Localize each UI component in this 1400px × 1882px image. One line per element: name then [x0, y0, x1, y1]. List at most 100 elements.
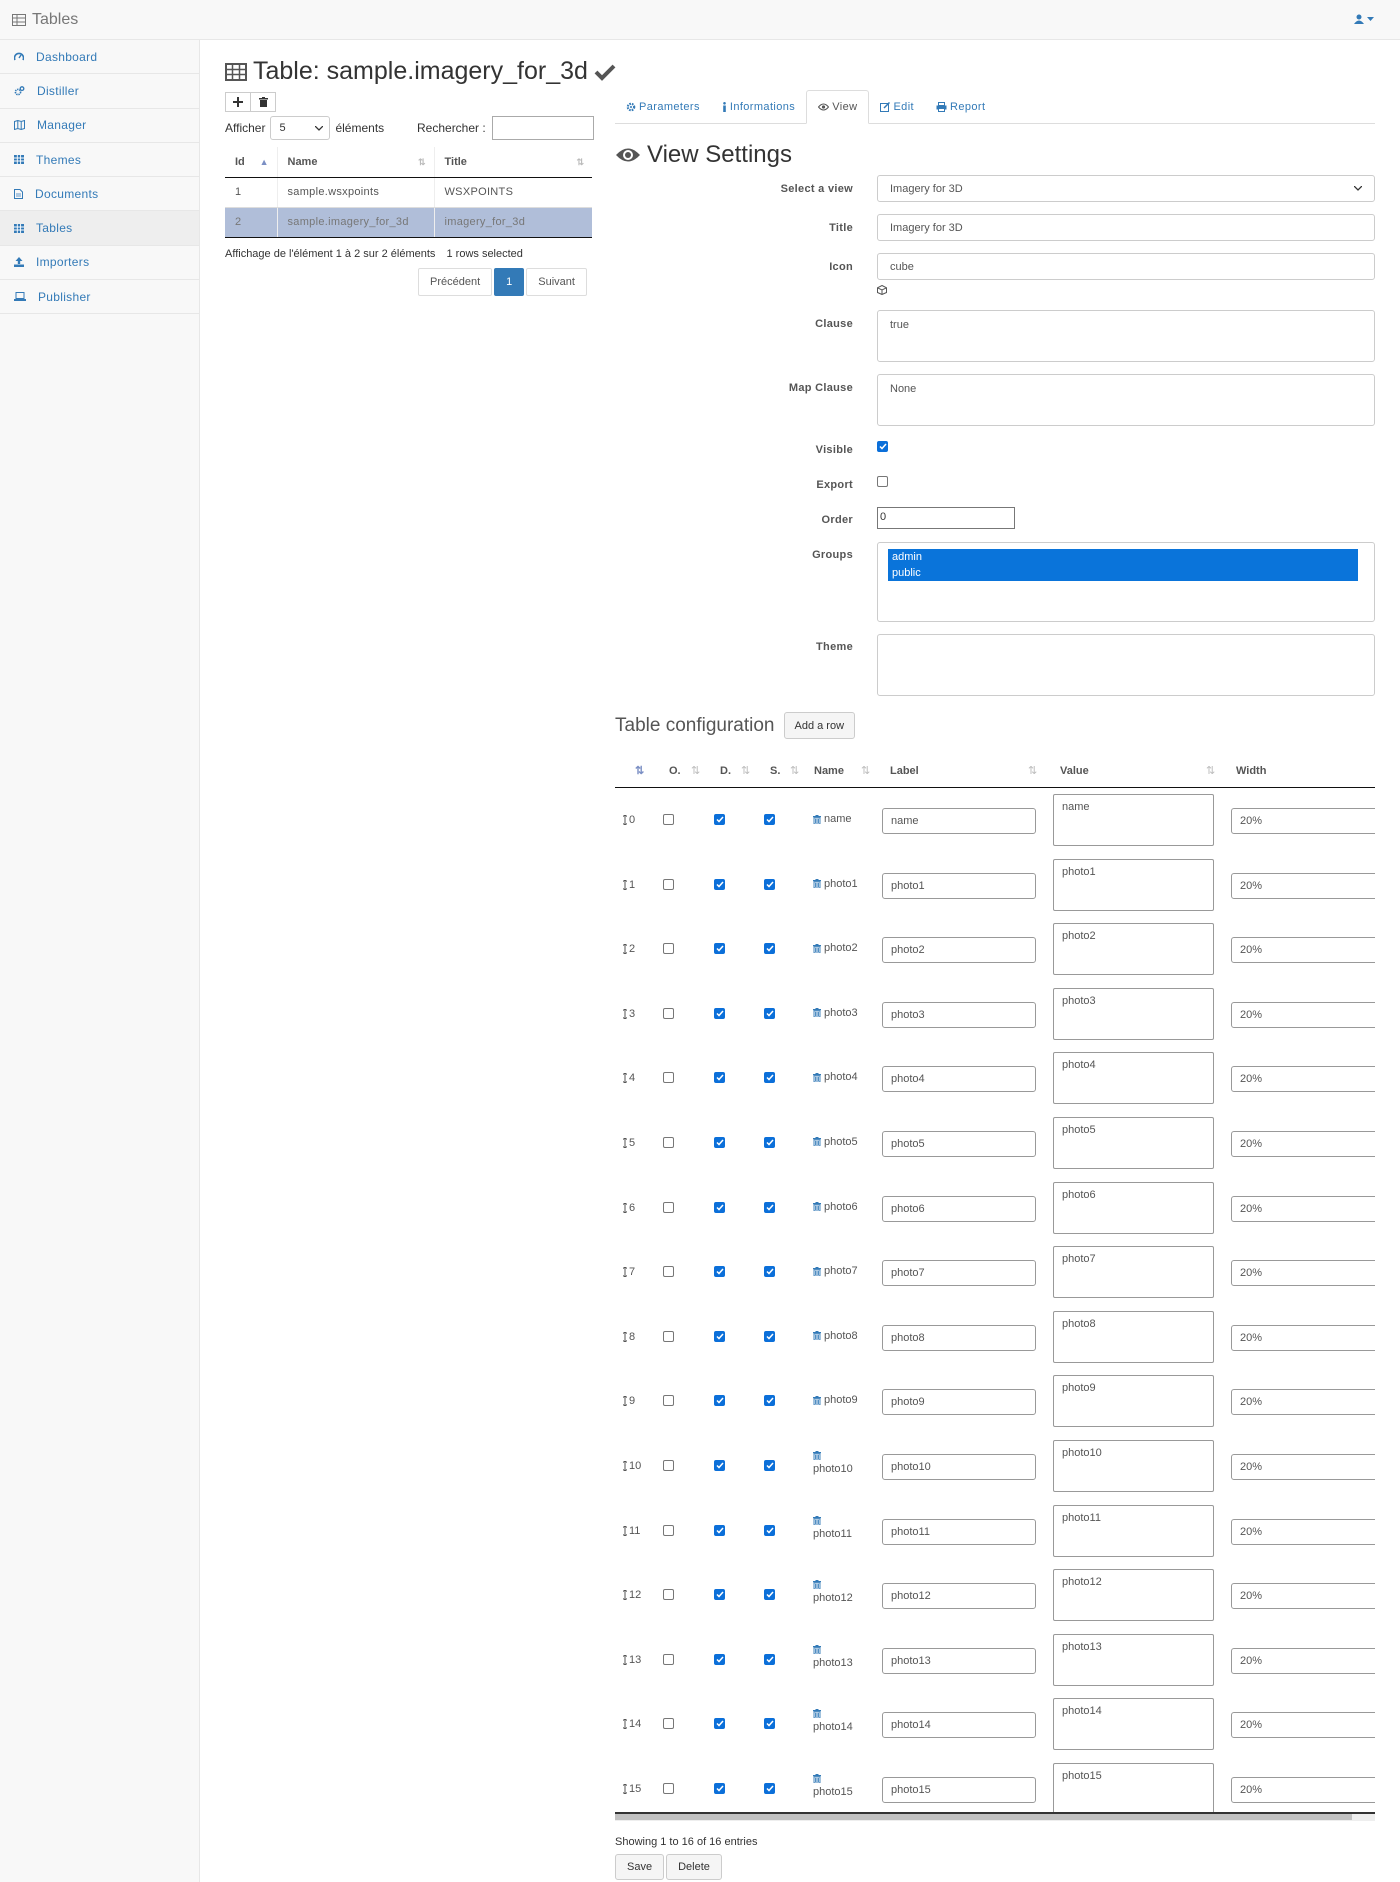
column-header-o[interactable]: O.	[669, 765, 681, 777]
scrollbar-thumb[interactable]	[615, 1814, 1352, 1820]
sidebar-item-importers[interactable]: Importers	[0, 246, 199, 281]
value-textarea[interactable]: photo4	[1053, 1052, 1214, 1105]
d-checkbox[interactable]	[714, 878, 725, 890]
sidebar-item-publisher[interactable]: Publisher	[0, 280, 199, 315]
s-checkbox[interactable]	[764, 1718, 775, 1730]
row-reorder-handle[interactable]: 14	[623, 1718, 641, 1730]
tab-informations[interactable]: Informations	[711, 90, 806, 124]
trash-icon[interactable]	[813, 1709, 873, 1719]
s-checkbox[interactable]	[764, 1007, 775, 1019]
row-reorder-handle[interactable]: 8	[623, 1331, 635, 1343]
next-page-button[interactable]: Suivant	[526, 268, 587, 296]
length-select[interactable]: 5	[270, 116, 331, 140]
d-checkbox[interactable]	[714, 1459, 725, 1471]
width-input[interactable]: 20%	[1231, 1066, 1375, 1093]
label-input[interactable]: photo12	[882, 1583, 1036, 1610]
trash-icon[interactable]	[813, 814, 821, 824]
d-checkbox[interactable]	[714, 814, 725, 825]
d-checkbox[interactable]	[714, 1782, 725, 1794]
table-row-selected[interactable]: 2 sample.imagery_for_3d imagery_for_3d	[225, 207, 592, 238]
o-checkbox[interactable]	[663, 1718, 674, 1730]
visible-checkbox[interactable]	[877, 441, 888, 452]
o-checkbox[interactable]	[663, 1459, 674, 1471]
o-checkbox[interactable]	[663, 814, 674, 825]
s-checkbox[interactable]	[764, 1395, 775, 1407]
s-checkbox[interactable]	[764, 814, 775, 825]
value-textarea[interactable]: photo15	[1053, 1762, 1214, 1812]
value-textarea[interactable]: photo6	[1053, 1181, 1214, 1234]
prev-page-button[interactable]: Précédent	[418, 268, 493, 296]
column-header-d[interactable]: D.	[720, 765, 731, 777]
clause-textarea[interactable]: true	[877, 310, 1375, 362]
row-reorder-handle[interactable]: 11	[623, 1525, 640, 1537]
label-input[interactable]: photo9	[882, 1389, 1036, 1416]
label-input[interactable]: photo5	[882, 1130, 1036, 1157]
sort-asc-icon[interactable]: ⇅	[635, 764, 644, 777]
column-header-value[interactable]: Value	[1060, 765, 1089, 777]
trash-icon[interactable]	[813, 1644, 873, 1654]
width-input[interactable]: 20%	[1231, 1712, 1375, 1739]
label-input[interactable]: photo1	[882, 872, 1036, 899]
d-checkbox[interactable]	[714, 1136, 725, 1148]
d-checkbox[interactable]	[714, 1653, 725, 1665]
s-checkbox[interactable]	[764, 1589, 775, 1601]
row-reorder-handle[interactable]: 9	[623, 1395, 635, 1407]
sidebar-item-dashboard[interactable]: Dashboard	[0, 40, 199, 75]
value-textarea[interactable]: name	[1053, 794, 1214, 846]
select-view-dropdown[interactable]: Imagery for 3D	[877, 175, 1375, 202]
d-checkbox[interactable]	[714, 1589, 725, 1601]
column-header-name[interactable]: Name ⇅	[276, 147, 434, 178]
icon-input[interactable]: cube	[877, 253, 1375, 280]
group-option-public[interactable]: public	[888, 565, 1358, 581]
value-textarea[interactable]: photo5	[1053, 1116, 1214, 1169]
width-input[interactable]: 20%	[1231, 872, 1375, 899]
value-textarea[interactable]: photo7	[1053, 1246, 1214, 1299]
sidebar-item-themes[interactable]: Themes	[0, 143, 199, 178]
width-input[interactable]: 20%	[1231, 1324, 1375, 1351]
s-checkbox[interactable]	[764, 1072, 775, 1084]
trash-icon[interactable]	[813, 1072, 821, 1082]
width-input[interactable]: 20%	[1231, 1130, 1375, 1157]
o-checkbox[interactable]	[663, 1007, 674, 1019]
export-checkbox[interactable]	[877, 476, 888, 487]
o-checkbox[interactable]	[663, 1136, 674, 1148]
label-input[interactable]: photo2	[882, 937, 1036, 964]
row-reorder-handle[interactable]: 0	[623, 814, 635, 826]
title-input[interactable]: Imagery for 3D	[877, 214, 1375, 241]
s-checkbox[interactable]	[764, 1136, 775, 1148]
o-checkbox[interactable]	[663, 1266, 674, 1278]
value-textarea[interactable]: photo9	[1053, 1375, 1214, 1428]
row-reorder-handle[interactable]: 3	[623, 1008, 635, 1020]
d-checkbox[interactable]	[714, 1524, 725, 1536]
value-textarea[interactable]: photo8	[1053, 1310, 1214, 1363]
s-checkbox[interactable]	[764, 878, 775, 890]
row-reorder-handle[interactable]: 6	[623, 1202, 635, 1214]
width-input[interactable]: 20%	[1231, 1518, 1375, 1545]
column-header-label[interactable]: Label	[890, 765, 919, 777]
map-clause-textarea[interactable]: None	[877, 374, 1375, 426]
row-reorder-handle[interactable]: 4	[623, 1072, 635, 1084]
user-menu[interactable]	[1354, 14, 1374, 24]
column-header-width[interactable]: Width	[1236, 765, 1266, 777]
label-input[interactable]: photo6	[882, 1195, 1036, 1222]
page-1-button[interactable]: 1	[494, 268, 525, 296]
o-checkbox[interactable]	[663, 1653, 674, 1665]
theme-multiselect[interactable]	[877, 634, 1375, 696]
value-textarea[interactable]: photo14	[1053, 1698, 1214, 1751]
trash-icon[interactable]	[813, 1395, 821, 1405]
o-checkbox[interactable]	[663, 1330, 674, 1342]
sidebar-item-distiller[interactable]: Distiller	[0, 74, 199, 109]
d-checkbox[interactable]	[714, 943, 725, 955]
label-input[interactable]: photo11	[882, 1518, 1036, 1545]
tab-parameters[interactable]: Parameters	[615, 90, 711, 124]
horizontal-scrollbar[interactable]	[615, 1812, 1375, 1821]
label-input[interactable]: name	[882, 808, 1036, 834]
width-input[interactable]: 20%	[1231, 1195, 1375, 1222]
tab-report[interactable]: Report	[925, 90, 996, 124]
o-checkbox[interactable]	[663, 1524, 674, 1536]
trash-icon[interactable]	[813, 879, 821, 889]
s-checkbox[interactable]	[764, 1330, 775, 1342]
delete-button[interactable]	[250, 92, 276, 112]
search-input[interactable]	[491, 116, 594, 140]
d-checkbox[interactable]	[714, 1007, 725, 1019]
